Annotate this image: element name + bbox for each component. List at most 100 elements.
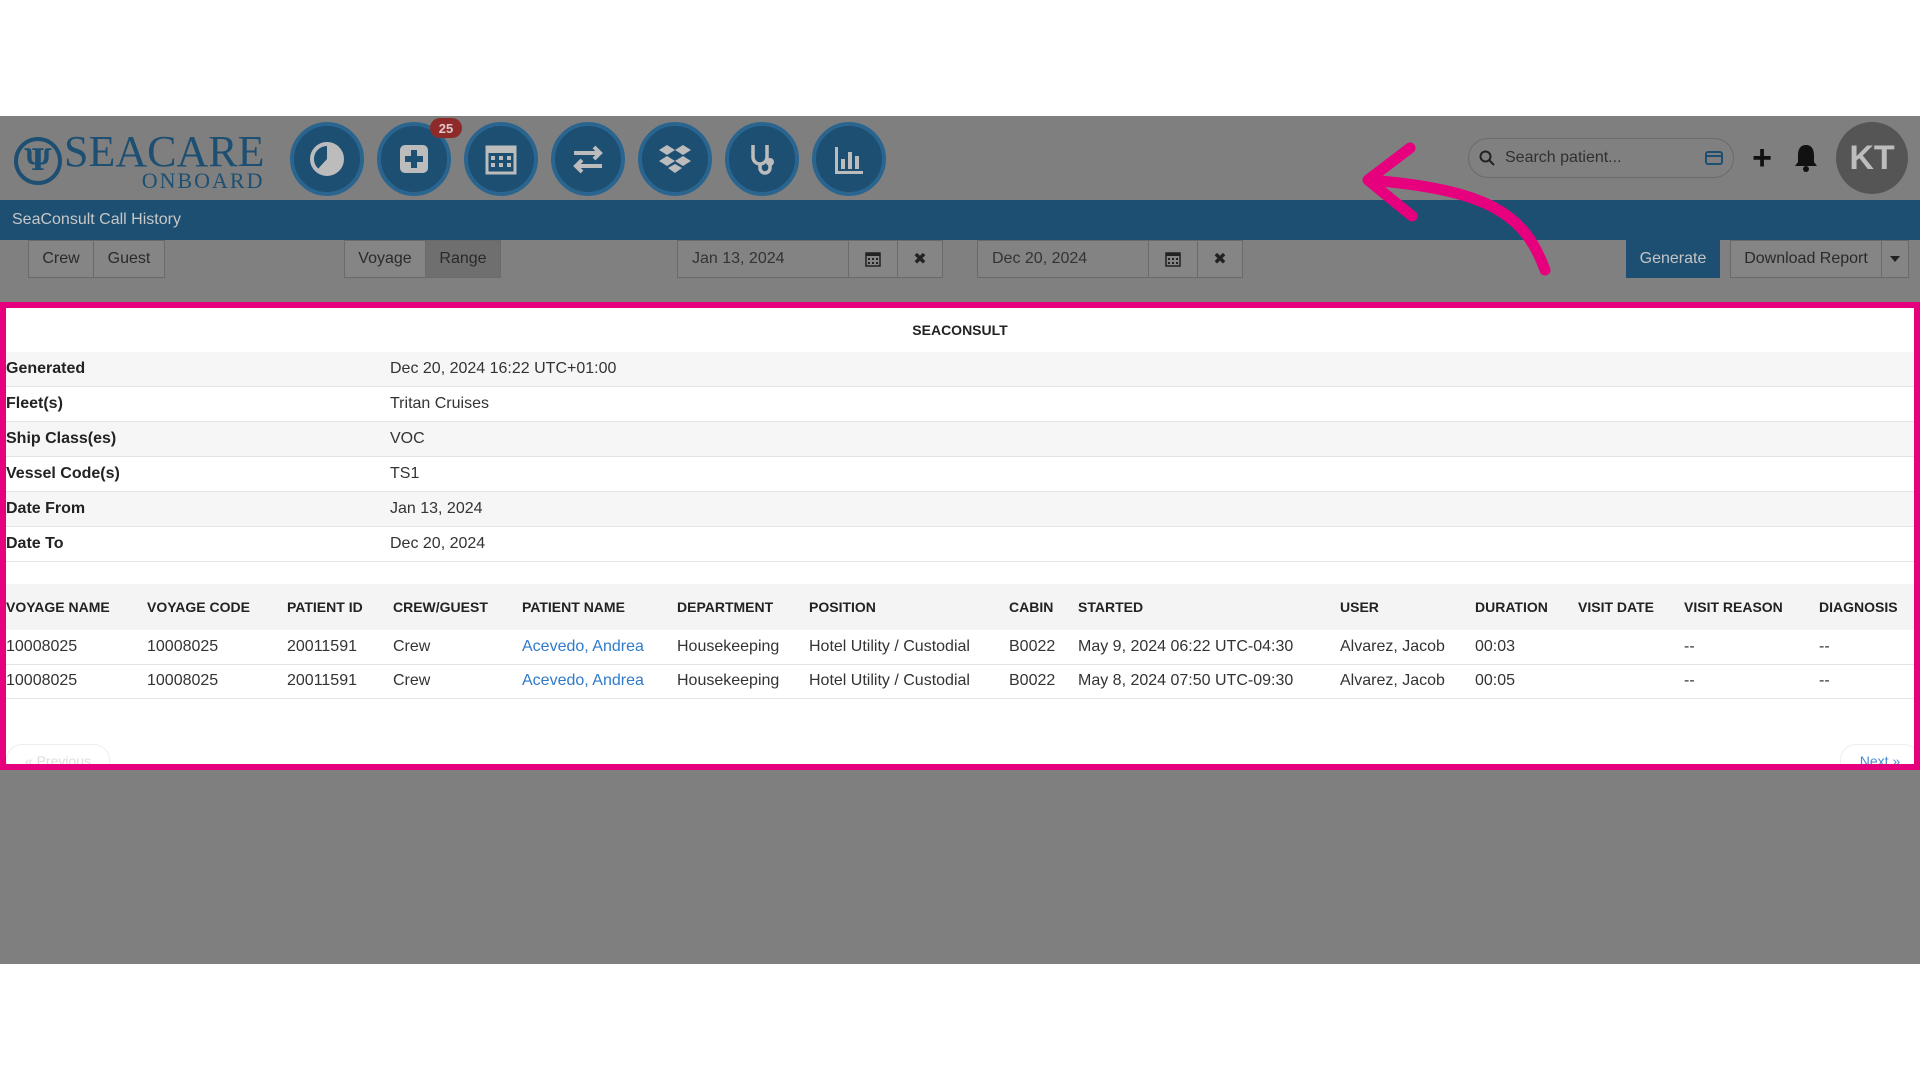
meta-label: Date From	[6, 500, 86, 517]
table-row: 10008025 10008025 20011591 Crew Acevedo,…	[6, 664, 1914, 699]
table-cell: --	[1684, 630, 1819, 665]
range-toggle-button[interactable]: Range	[425, 240, 501, 278]
table-cell: 20011591	[287, 630, 393, 665]
column-header[interactable]: PATIENT NAME	[522, 584, 677, 630]
table-cell: 00:05	[1475, 664, 1578, 699]
meta-row: Fleet(s) Tritan Cruises	[6, 387, 1914, 422]
column-header[interactable]: CABIN	[1009, 584, 1078, 630]
column-header[interactable]: VISIT REASON	[1684, 584, 1819, 630]
table-header-row: VOYAGE NAME VOYAGE CODE PATIENT ID CREW/…	[6, 584, 1914, 630]
date-from-input[interactable]: Jan 13, 2024	[677, 240, 849, 278]
table-cell: May 8, 2024 07:50 UTC-09:30	[1078, 664, 1340, 699]
meta-label: Generated	[6, 360, 86, 377]
logo-line2: ONBOARD	[141, 168, 265, 193]
table-cell: Alvarez, Jacob	[1340, 664, 1475, 699]
meta-label: Vessel Code(s)	[6, 465, 120, 482]
user-avatar[interactable]: KT	[1836, 122, 1908, 194]
patient-name-link[interactable]: Acevedo, Andrea	[522, 630, 677, 665]
table-cell: 10008025	[6, 664, 147, 699]
column-header[interactable]: VISIT DATE	[1578, 584, 1684, 630]
meta-value: Jan 13, 2024	[390, 500, 483, 517]
notification-count-badge: 25	[430, 118, 462, 138]
table-cell: 20011591	[287, 664, 393, 699]
column-header[interactable]: DIAGNOSIS	[1819, 584, 1914, 630]
previous-page-button[interactable]: « Previous	[6, 744, 110, 764]
bar-chart-icon[interactable]	[812, 122, 886, 196]
next-page-button[interactable]: Next »	[1840, 744, 1914, 764]
table-cell: Alvarez, Jacob	[1340, 630, 1475, 665]
report-panel: SEACONSULT Generated Dec 20, 2024 16:22 U…	[0, 302, 1920, 770]
annotation-arrow-icon	[1362, 142, 1551, 276]
report-meta: Generated Dec 20, 2024 16:22 UTC+01:00 Fl…	[6, 352, 1914, 562]
table-cell	[1578, 630, 1684, 665]
bell-icon[interactable]	[1792, 142, 1820, 174]
dropbox-icon[interactable]	[638, 122, 712, 196]
stethoscope-icon[interactable]	[725, 122, 799, 196]
column-header[interactable]: PATIENT ID	[287, 584, 393, 630]
table-cell: Hotel Utility / Custodial	[809, 630, 1009, 665]
column-header[interactable]: STARTED	[1078, 584, 1340, 630]
column-header[interactable]: DEPARTMENT	[677, 584, 809, 630]
meta-label: Date To	[6, 535, 64, 552]
guest-toggle-button[interactable]: Guest	[93, 240, 165, 278]
top-navbar: Ψ SEACARE ONBOARD 25 Search patient... +…	[0, 116, 1920, 200]
table-cell: May 9, 2024 06:22 UTC-04:30	[1078, 630, 1340, 665]
date-to-input[interactable]: Dec 20, 2024	[977, 240, 1149, 278]
table-cell: 00:03	[1475, 630, 1578, 665]
meta-label: Fleet(s)	[6, 395, 63, 412]
meta-row: Date To Dec 20, 2024	[6, 527, 1914, 562]
meta-value: Dec 20, 2024	[390, 535, 486, 552]
crew-toggle-button[interactable]: Crew	[28, 240, 94, 278]
filter-toolbar: Crew Guest Voyage Range Jan 13, 2024 ✖ D…	[0, 240, 1920, 296]
clear-date-from-icon[interactable]: ✖	[897, 240, 943, 278]
screen: Ψ SEACARE ONBOARD 25 Search patient... +…	[0, 0, 1920, 1080]
meta-value: VOC	[390, 430, 425, 447]
table-cell	[1578, 664, 1684, 699]
meta-row: Generated Dec 20, 2024 16:22 UTC+01:00	[6, 352, 1914, 387]
calendar-icon[interactable]	[1148, 240, 1198, 278]
call-history-table: VOYAGE NAME VOYAGE CODE PATIENT ID CREW/…	[6, 584, 1914, 699]
report-title: SEACONSULT	[912, 322, 1008, 338]
page-title: SeaConsult Call History	[0, 200, 1920, 240]
table-cell: Crew	[393, 664, 522, 699]
table-cell: --	[1684, 664, 1819, 699]
table-cell: 10008025	[6, 630, 147, 665]
table-cell: 10008025	[147, 630, 287, 665]
column-header[interactable]: VOYAGE NAME	[6, 584, 147, 630]
generate-button[interactable]: Generate	[1626, 240, 1720, 278]
table-cell: 10008025	[147, 664, 287, 699]
table-cell: --	[1819, 630, 1914, 665]
column-header[interactable]: USER	[1340, 584, 1475, 630]
calendar-icon[interactable]	[464, 122, 538, 196]
table-cell: Housekeeping	[677, 664, 809, 699]
anchor-icon: Ψ	[14, 137, 62, 185]
transfer-icon[interactable]	[551, 122, 625, 196]
table-cell: Housekeeping	[677, 630, 809, 665]
meta-label: Ship Class(es)	[6, 430, 117, 447]
column-header[interactable]: VOYAGE CODE	[147, 584, 287, 630]
patient-name-link[interactable]: Acevedo, Andrea	[522, 664, 677, 699]
clear-date-to-icon[interactable]: ✖	[1197, 240, 1243, 278]
table-cell: Crew	[393, 630, 522, 665]
add-icon[interactable]: +	[1748, 140, 1776, 176]
table-cell: --	[1819, 664, 1914, 699]
table-cell: B0022	[1009, 664, 1078, 699]
column-header[interactable]: POSITION	[809, 584, 1009, 630]
voyage-toggle-button[interactable]: Voyage	[344, 240, 426, 278]
column-header[interactable]: CREW/GUEST	[393, 584, 522, 630]
meta-value: TS1	[390, 465, 420, 482]
chevron-down-icon[interactable]	[1881, 240, 1909, 278]
download-report-button[interactable]: Download Report	[1730, 240, 1882, 278]
table-cell: Hotel Utility / Custodial	[809, 664, 1009, 699]
meta-row: Ship Class(es) VOC	[6, 422, 1914, 457]
dashboard-pie-icon[interactable]	[290, 122, 364, 196]
calendar-icon[interactable]	[848, 240, 898, 278]
card-scan-icon[interactable]	[1705, 151, 1723, 165]
seacare-logo[interactable]: Ψ SEACARE ONBOARD	[14, 126, 276, 196]
column-header[interactable]: DURATION	[1475, 584, 1578, 630]
meta-value: Tritan Cruises	[390, 395, 489, 412]
meta-value: Dec 20, 2024 16:22 UTC+01:00	[390, 360, 617, 377]
table-row: 10008025 10008025 20011591 Crew Acevedo,…	[6, 630, 1914, 665]
table-cell: B0022	[1009, 630, 1078, 665]
meta-row: Date From Jan 13, 2024	[6, 492, 1914, 527]
